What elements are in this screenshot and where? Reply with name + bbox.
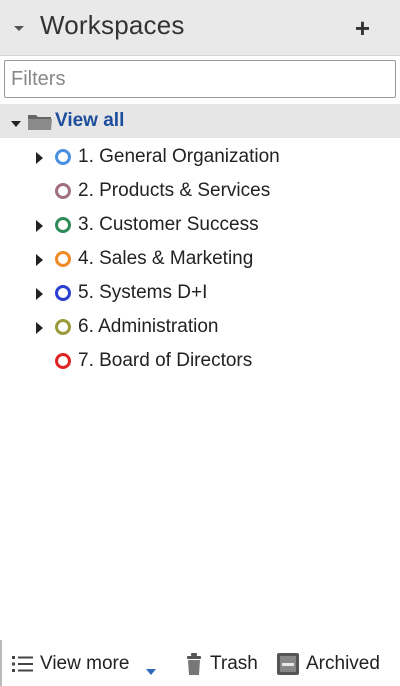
trash-button[interactable]: Trash: [186, 652, 268, 676]
tree-item[interactable]: 3. Customer Success: [0, 208, 400, 242]
add-workspace-button[interactable]: +: [355, 14, 370, 42]
workspace-color-icon: [55, 251, 71, 267]
tree-item-label: 4. Sales & Marketing: [78, 248, 254, 269]
filter-container: [4, 60, 396, 98]
list-icon: [12, 654, 34, 679]
view-all-link[interactable]: View all: [55, 110, 124, 132]
archived-button[interactable]: Archived: [276, 652, 398, 676]
expand-right-icon[interactable]: [36, 219, 43, 232]
archived-label: Archived: [306, 653, 380, 674]
expand-right-icon[interactable]: [36, 287, 43, 300]
expand-right-icon[interactable]: [36, 151, 43, 164]
folder-icon: [27, 112, 53, 131]
tree-item[interactable]: 6. Administration: [0, 310, 400, 344]
tree-item-label: 1. General Organization: [78, 146, 280, 167]
expand-right-icon[interactable]: [36, 321, 43, 334]
tree-item-label: 6. Administration: [78, 316, 219, 337]
chevron-down-icon[interactable]: [12, 20, 26, 36]
panel-header: Workspaces +: [0, 0, 400, 56]
tree-item[interactable]: 7. Board of Directors: [0, 344, 400, 378]
workspace-color-icon: [55, 217, 71, 233]
archive-icon: [276, 652, 300, 681]
expand-right-icon[interactable]: [36, 253, 43, 266]
workspaces-panel: Workspaces + View all 1. General Organiz…: [0, 0, 400, 686]
workspace-color-icon: [55, 183, 71, 199]
tree-item-label: 3. Customer Success: [78, 214, 259, 235]
tree-item-label: 2. Products & Services: [78, 180, 271, 201]
tree-item-label: 5. Systems D+I: [78, 282, 208, 303]
view-more-button[interactable]: View more: [12, 652, 162, 676]
tree-item[interactable]: 5. Systems D+I: [0, 276, 400, 310]
expand-down-icon[interactable]: [10, 116, 22, 127]
workspace-color-icon: [55, 285, 71, 301]
workspace-color-icon: [55, 149, 71, 165]
trash-label: Trash: [210, 653, 258, 674]
tree-item-label: 7. Board of Directors: [78, 350, 253, 371]
panel-footer: View more Trash Archived: [0, 640, 400, 686]
view-more-label: View more: [40, 653, 130, 674]
workspace-color-icon: [55, 353, 71, 369]
tree-root-view-all[interactable]: View all: [0, 104, 400, 138]
caret-down-icon: [146, 662, 156, 680]
tree-item[interactable]: 4. Sales & Marketing: [0, 242, 400, 276]
filter-input[interactable]: [4, 60, 396, 98]
panel-title: Workspaces: [40, 10, 185, 40]
tree-item[interactable]: 2. Products & Services: [0, 174, 400, 208]
workspace-color-icon: [55, 319, 71, 335]
tree-item[interactable]: 1. General Organization: [0, 140, 400, 174]
trash-icon: [186, 652, 202, 681]
